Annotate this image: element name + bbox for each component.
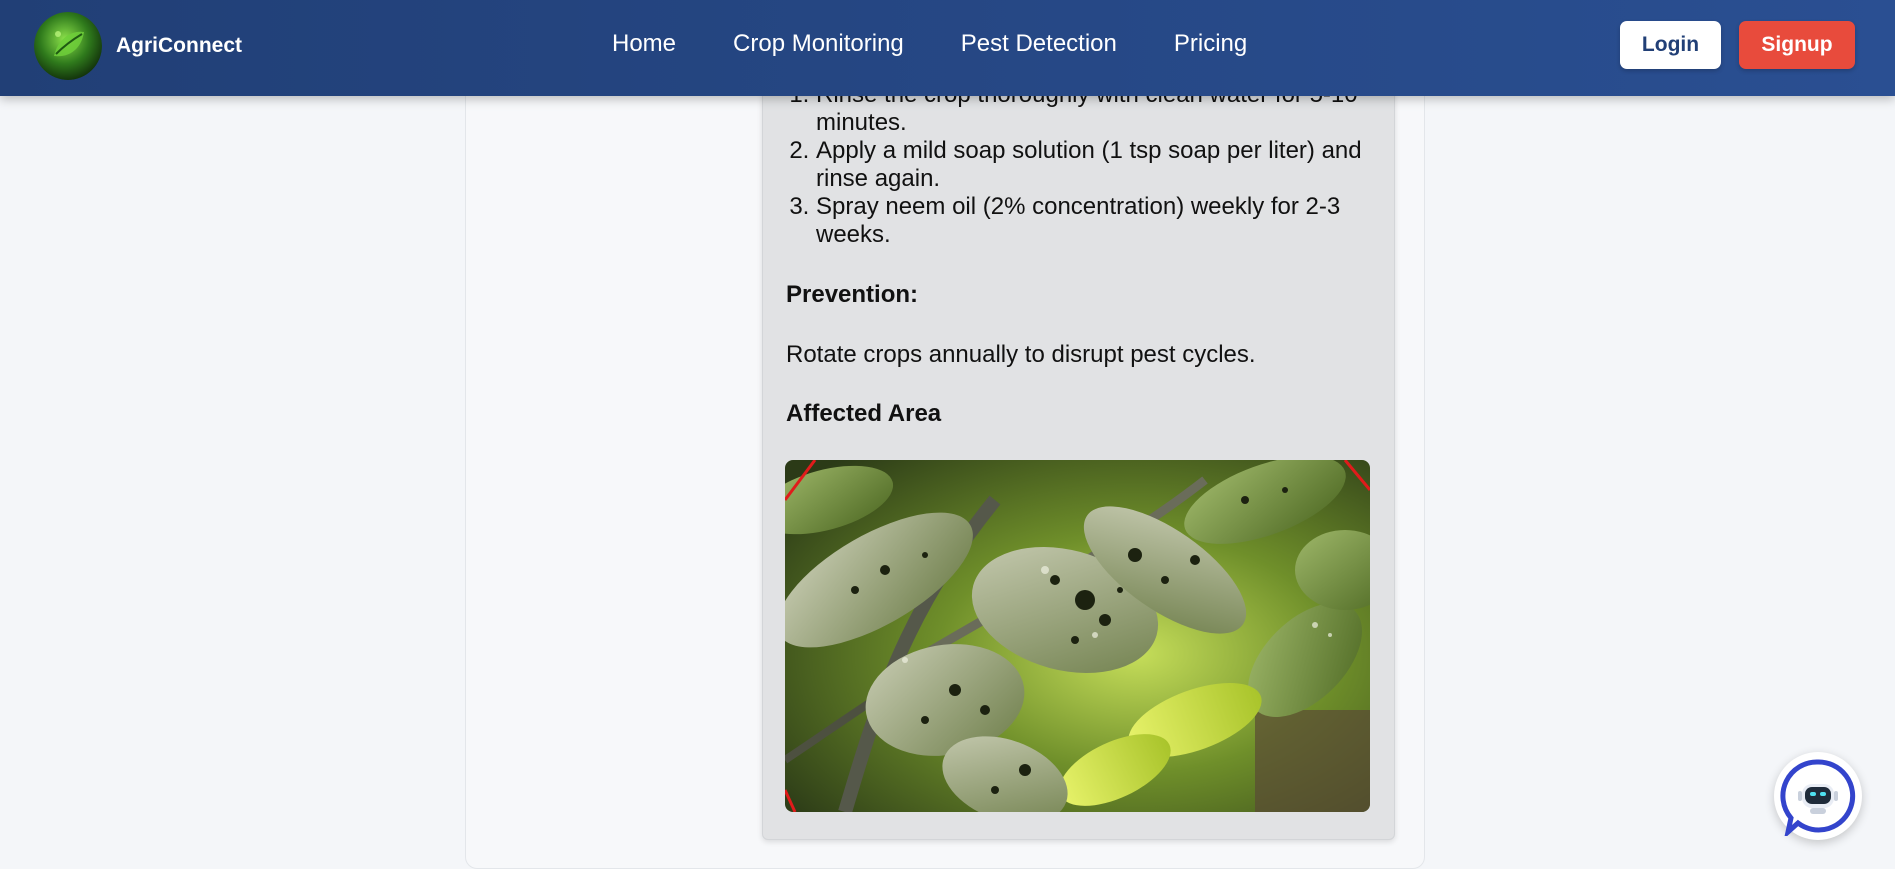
result-content: Rinse the crop thoroughly with clean wat… [786,81,1376,428]
robot-chat-icon [1780,759,1856,836]
nav-links: Home Crop Monitoring Pest Detection Pric… [612,30,1304,58]
leaf-globe-logo-icon [34,12,102,80]
nav-link-pest-detection[interactable]: Pest Detection [961,30,1117,58]
chatbot-button[interactable] [1774,752,1862,840]
treatment-step: Apply a mild soap solution (1 tsp soap p… [816,137,1376,193]
brand-name: AgriConnect [116,34,242,57]
prevention-heading: Prevention: [786,281,919,308]
login-button[interactable]: Login [1620,21,1721,69]
infested-leaves-photo-icon [785,460,1370,812]
prevention-text: Rotate crops annually to disrupt pest cy… [786,341,1256,368]
nav-link-home[interactable]: Home [612,30,676,58]
signup-button[interactable]: Signup [1739,21,1855,69]
treatment-step: Spray neem oil (2% concentration) weekly… [816,193,1376,249]
affected-area-heading: Affected Area [786,400,942,427]
nav-link-pricing[interactable]: Pricing [1174,30,1247,58]
treatment-steps-list: Rinse the crop thoroughly with clean wat… [786,81,1376,249]
nav-link-crop-monitoring[interactable]: Crop Monitoring [733,30,904,58]
top-navbar: AgriConnect Home Crop Monitoring Pest De… [0,0,1895,96]
affected-area-image [785,460,1370,812]
detection-result-panel: Rinse the crop thoroughly with clean wat… [762,60,1395,840]
brand[interactable]: AgriConnect [34,12,242,80]
